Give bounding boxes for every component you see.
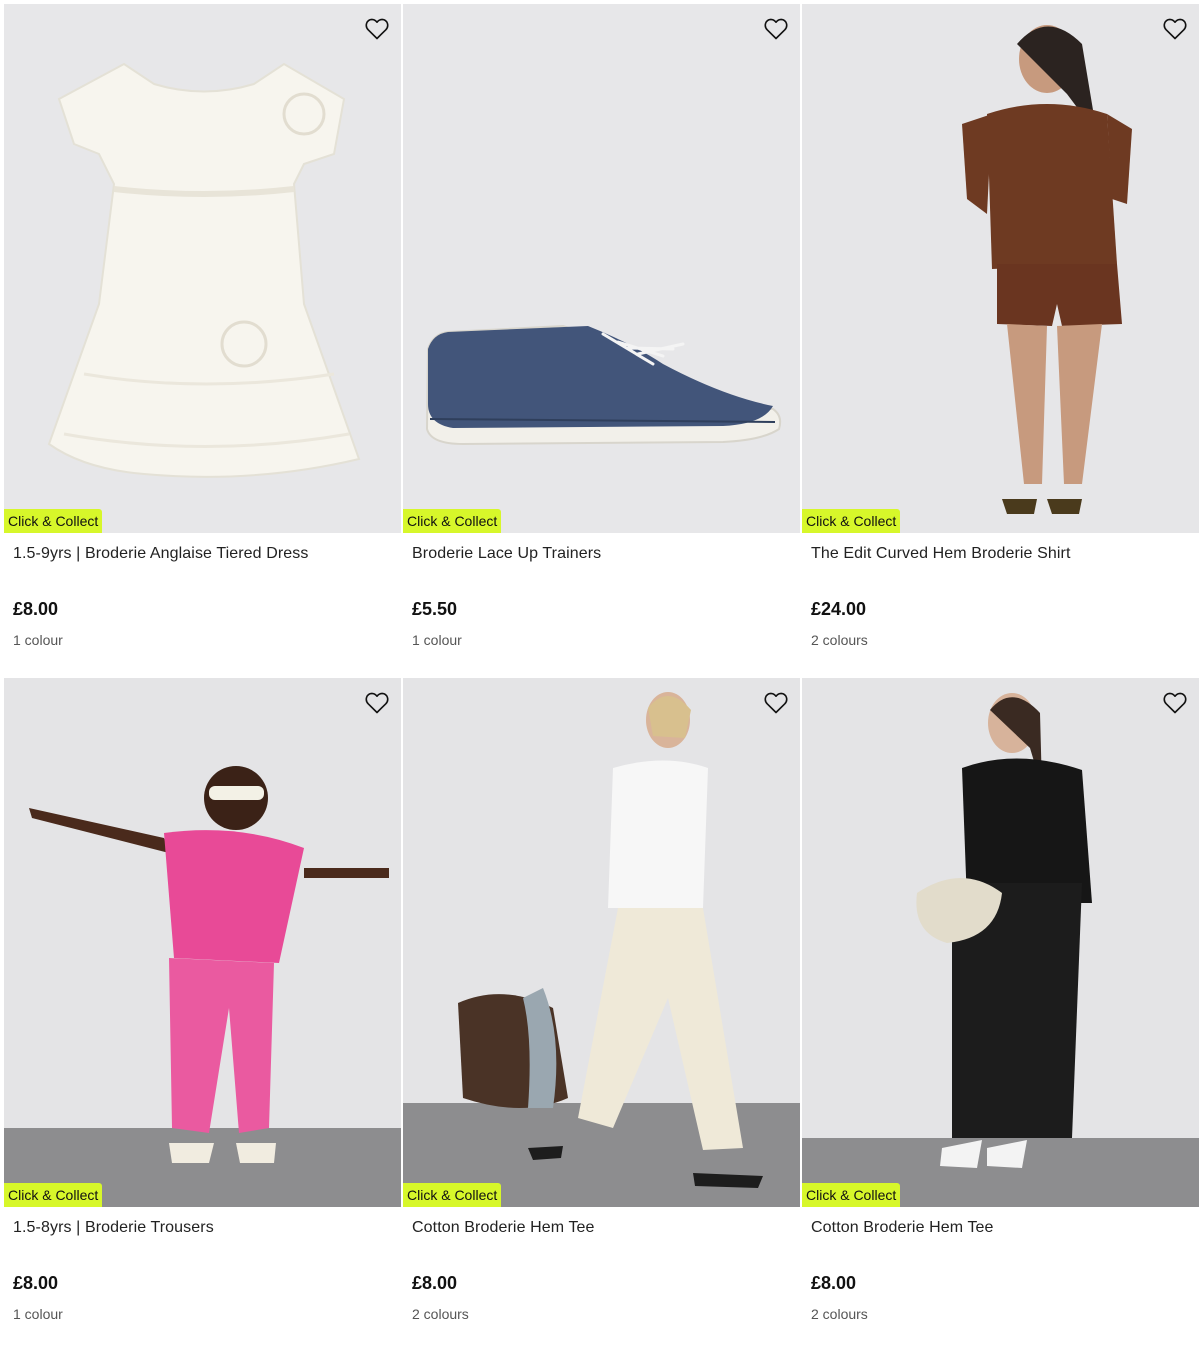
colour-count: 1 colour [412, 632, 462, 648]
heart-outline-icon [1163, 692, 1187, 714]
wishlist-button[interactable] [363, 689, 391, 717]
click-collect-badge: Click & Collect [4, 1183, 103, 1207]
colour-count: 1 colour [13, 1306, 63, 1322]
click-collect-badge: Click & Collect [4, 509, 103, 533]
wishlist-button[interactable] [363, 15, 391, 43]
product-name[interactable]: Broderie Lace Up Trainers [412, 544, 791, 598]
product-price: £5.50 [412, 599, 458, 619]
pink-trousers-image [4, 678, 401, 1207]
product-image[interactable]: Click & Collect [4, 4, 401, 533]
wishlist-button[interactable] [762, 15, 790, 43]
product-info: Cotton Broderie Hem Tee £8.00 2 colours [403, 1207, 800, 1323]
colour-count: 1 colour [13, 632, 63, 648]
product-name[interactable]: Cotton Broderie Hem Tee [811, 1218, 1190, 1272]
product-image[interactable]: Click & Collect [403, 678, 800, 1207]
product-grid: Click & Collect 1.5-9yrs | Broderie Angl… [4, 4, 1199, 1352]
click-collect-badge: Click & Collect [802, 1183, 901, 1207]
product-card[interactable]: Click & Collect 1.5-9yrs | Broderie Angl… [4, 4, 401, 678]
product-price: £8.00 [13, 1273, 59, 1293]
product-card[interactable]: Click & Collect Broderie Lace Up Trainer… [403, 4, 800, 678]
product-name[interactable]: 1.5-8yrs | Broderie Trousers [13, 1218, 392, 1272]
white-dress-image [4, 4, 401, 533]
wishlist-button[interactable] [1161, 15, 1189, 43]
wishlist-button[interactable] [1161, 689, 1189, 717]
click-collect-badge: Click & Collect [403, 509, 502, 533]
product-price: £8.00 [13, 599, 59, 619]
product-card[interactable]: Click & Collect The Edit Curved Hem Brod… [802, 4, 1199, 678]
heart-outline-icon [764, 692, 788, 714]
product-image[interactable]: Click & Collect [802, 678, 1199, 1207]
product-info: Cotton Broderie Hem Tee £8.00 2 colours [802, 1207, 1199, 1323]
product-image[interactable]: Click & Collect [802, 4, 1199, 533]
colour-count: 2 colours [811, 1306, 868, 1322]
brown-shirt-image [802, 4, 1199, 533]
product-name[interactable]: The Edit Curved Hem Broderie Shirt [811, 544, 1190, 598]
colour-count: 2 colours [412, 1306, 469, 1322]
trainers-image [403, 4, 800, 533]
heart-outline-icon [1163, 18, 1187, 40]
product-price: £24.00 [811, 599, 867, 619]
product-image[interactable]: Click & Collect [4, 678, 401, 1207]
product-info: The Edit Curved Hem Broderie Shirt £24.0… [802, 533, 1199, 649]
click-collect-badge: Click & Collect [802, 509, 901, 533]
colour-count: 2 colours [811, 632, 868, 648]
product-card[interactable]: Click & Collect Cotton Broderie Hem Tee … [802, 678, 1199, 1352]
heart-outline-icon [365, 692, 389, 714]
product-card[interactable]: Click & Collect Cotton Broderie Hem Tee … [403, 678, 800, 1352]
product-price: £8.00 [811, 1273, 857, 1293]
wishlist-button[interactable] [762, 689, 790, 717]
product-price: £8.00 [412, 1273, 458, 1293]
black-tee-image [802, 678, 1199, 1207]
heart-outline-icon [365, 18, 389, 40]
product-name[interactable]: Cotton Broderie Hem Tee [412, 1218, 791, 1272]
product-name[interactable]: 1.5-9yrs | Broderie Anglaise Tiered Dres… [13, 544, 392, 598]
product-image[interactable]: Click & Collect [403, 4, 800, 533]
heart-outline-icon [764, 18, 788, 40]
product-card[interactable]: Click & Collect 1.5-8yrs | Broderie Trou… [4, 678, 401, 1352]
product-info: 1.5-9yrs | Broderie Anglaise Tiered Dres… [4, 533, 401, 649]
click-collect-badge: Click & Collect [403, 1183, 502, 1207]
white-tee-image [403, 678, 800, 1207]
product-info: 1.5-8yrs | Broderie Trousers £8.00 1 col… [4, 1207, 401, 1323]
product-info: Broderie Lace Up Trainers £5.50 1 colour [403, 533, 800, 649]
